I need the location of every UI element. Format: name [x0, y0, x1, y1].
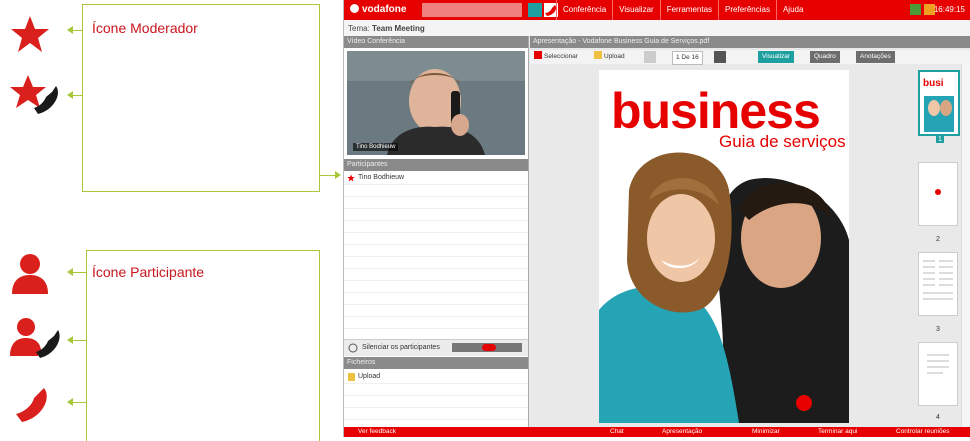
arrow-to-panel	[318, 171, 341, 179]
participant-name: Tino Bodhieuw	[358, 174, 405, 181]
participants-section-header: Participantes	[344, 159, 528, 171]
presentation-button[interactable]: Apresentação	[662, 428, 702, 435]
empty-row	[344, 269, 528, 281]
clock: 16:49:15	[933, 5, 965, 14]
thumbnail-scrollbar[interactable]	[961, 64, 970, 427]
empty-row	[344, 257, 528, 269]
video-name-tag: Tino Bodhieuw	[353, 143, 399, 151]
thumb-number-3: 3	[936, 326, 940, 333]
empty-row	[344, 384, 528, 396]
video-button[interactable]	[528, 3, 542, 17]
help-square-icon[interactable]	[910, 4, 921, 15]
mute-toggle[interactable]	[452, 343, 522, 352]
view-button[interactable]: Visualizar	[758, 51, 795, 63]
empty-row	[344, 245, 528, 257]
menu-item-preferencias[interactable]: Preferências	[718, 0, 776, 20]
thumbnail-1[interactable]: busi	[918, 70, 960, 136]
participant-label: Ícone Participante	[92, 264, 205, 280]
brand-logo: vodafone	[350, 4, 406, 15]
annotations-button[interactable]: Anotações	[856, 51, 895, 63]
chat-button[interactable]: Chat	[610, 428, 624, 435]
empty-row	[344, 197, 528, 209]
thumb-number-2: 2	[936, 236, 940, 243]
document-header: Apresentação - Vodafone Business Guia de…	[530, 36, 970, 48]
svg-text:busi: busi	[923, 78, 944, 89]
file-row[interactable]: Upload	[344, 372, 528, 384]
topic-label: Tema: Team Meeting	[348, 24, 425, 33]
empty-row	[344, 233, 528, 245]
moderator-phone-icon	[10, 75, 58, 114]
conference-pill[interactable]	[422, 3, 522, 17]
moderator-label: Ícone Moderador	[92, 20, 198, 36]
document-page: business Guia de serviços	[599, 70, 849, 423]
minimize-button[interactable]: Minimizar	[752, 428, 780, 435]
phone-icon	[16, 388, 47, 422]
feedback-button[interactable]: Ver feedback	[358, 428, 396, 435]
thumbnail-3[interactable]	[918, 252, 958, 316]
select-button[interactable]: Seleccionar	[534, 51, 578, 63]
moderator-star-icon	[347, 174, 355, 182]
moderator-star-icon	[11, 16, 49, 52]
mute-bar: Silenciar os participantes	[344, 339, 528, 356]
empty-row	[344, 185, 528, 197]
left-panel: Vídeo Conferência Tino Bodhieuw Particip…	[344, 36, 529, 428]
thumbnail-4[interactable]	[918, 342, 958, 406]
mute-label: Silenciar os participantes	[362, 344, 440, 351]
control-meetings-button[interactable]: Controlar reuniões	[896, 428, 949, 435]
folder-icon	[348, 373, 355, 381]
empty-row	[344, 293, 528, 305]
upload-button[interactable]: Upload	[594, 51, 625, 63]
prev-page-button[interactable]	[644, 51, 656, 63]
thumb-number-1: 1	[936, 136, 944, 143]
empty-row	[344, 221, 528, 233]
empty-row	[344, 408, 528, 420]
bottom-bar: Ver feedback Chat Apresentação Minimizar…	[344, 427, 970, 437]
empty-row	[344, 209, 528, 221]
cover-subtitle: Guia de serviços	[719, 132, 846, 151]
speaker-icon	[348, 343, 358, 353]
page-indicator[interactable]: 1 De 16	[672, 51, 703, 65]
thumb-number-4: 4	[936, 414, 940, 421]
document-toolbar: Seleccionar Upload 1 De 16 Visualizar Qu…	[530, 50, 970, 65]
files-section-header: Ficheiros	[344, 357, 528, 369]
menu-item-ajuda[interactable]: Ajuda	[775, 0, 809, 20]
arrow-moderator	[67, 26, 82, 34]
empty-row	[344, 317, 528, 329]
participant-phone-icon	[10, 318, 60, 358]
arrow-participant-phone	[67, 336, 86, 344]
empty-row	[344, 281, 528, 293]
next-page-button[interactable]	[714, 51, 726, 63]
arrow-moderator-phone	[67, 91, 82, 99]
empty-row	[344, 305, 528, 317]
participant-person-icon	[12, 254, 48, 294]
thumbnail-2[interactable]	[918, 162, 958, 226]
file-name: Upload	[358, 373, 381, 380]
whiteboard-button[interactable]: Quadro	[810, 51, 840, 63]
top-bar: vodafone Conferência Visualizar Ferramen…	[344, 0, 970, 20]
menu-item-visualizar[interactable]: Visualizar	[612, 0, 660, 20]
vodafone-logo	[796, 395, 812, 411]
menu-item-conferencia[interactable]: Conferência	[556, 0, 612, 20]
participant-row[interactable]: Tino Bodhieuw	[344, 173, 528, 185]
video-section-header: Vídeo Conferência	[344, 36, 528, 48]
conference-app: vodafone Conferência Visualizar Ferramen…	[343, 0, 970, 437]
menu-item-ferramentas[interactable]: Ferramentas	[659, 0, 718, 20]
video-feed: Tino Bodhieuw	[347, 51, 525, 155]
main-menu: Conferência Visualizar Ferramentas Prefe…	[556, 0, 809, 20]
empty-row	[344, 396, 528, 408]
end-here-button[interactable]: Terminar aqui	[818, 428, 857, 435]
topic-bar: Tema: Team Meeting	[344, 20, 970, 37]
arrow-participant	[67, 268, 86, 276]
arrow-phone	[67, 398, 86, 406]
